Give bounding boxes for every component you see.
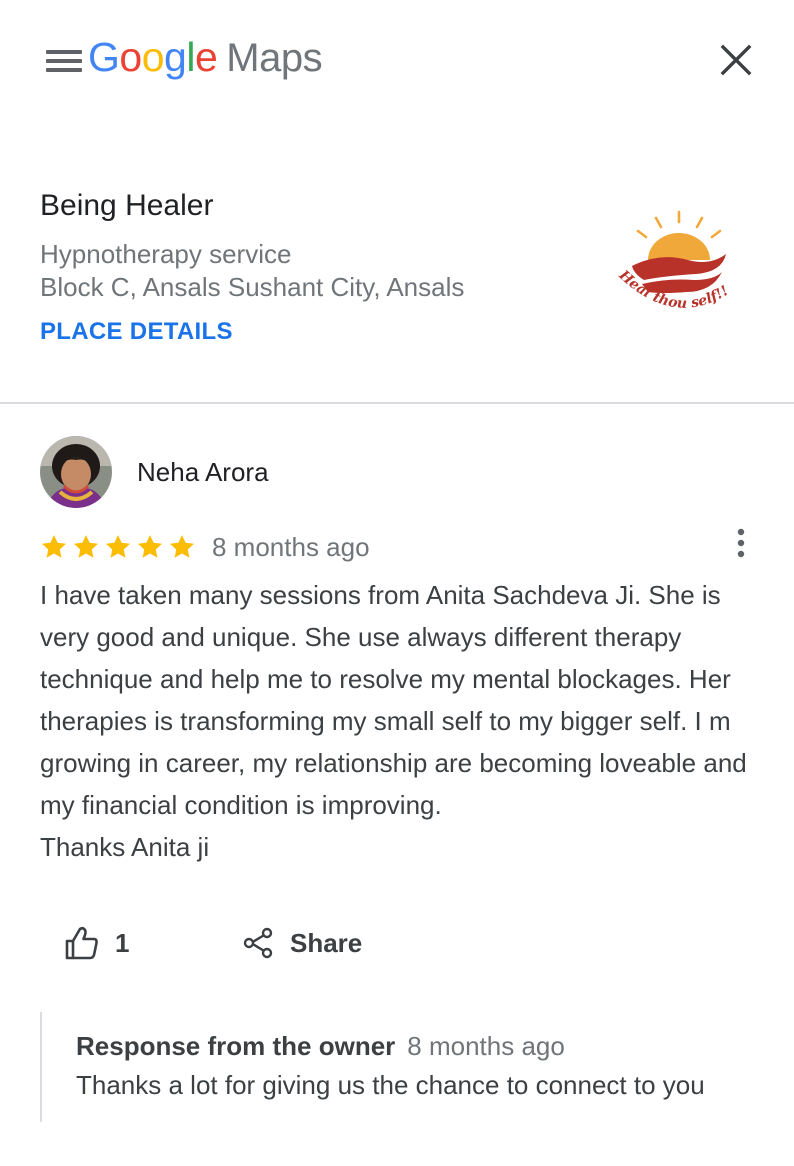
logo-letter: l — [186, 34, 195, 80]
section-divider — [0, 402, 794, 404]
logo-letter: o — [119, 34, 142, 80]
star-rating — [40, 533, 196, 561]
logo-letter: G — [88, 34, 120, 80]
place-address: Block C, Ansals Sushant City, Ansals — [40, 272, 465, 302]
logo-letter: g — [164, 34, 187, 80]
owner-response-date: 8 months ago — [407, 1031, 565, 1061]
place-logo[interactable]: Heal thou self!! — [604, 208, 754, 328]
google-maps-logo[interactable]: Go o g l e Maps — [88, 34, 323, 88]
logo-letter: e — [194, 34, 218, 80]
reviewer-avatar[interactable] — [40, 436, 112, 508]
owner-response-header: Response from the owner 8 months ago — [76, 1028, 780, 1064]
app-header: Go o g l e Maps — [0, 0, 794, 120]
star-icon — [73, 535, 99, 558]
owner-response: Response from the owner 8 months ago Than… — [40, 1012, 780, 1122]
owner-response-title: Response from the owner — [76, 1031, 396, 1061]
logo-maps-text: Maps — [226, 36, 323, 80]
like-count: 1 — [115, 927, 130, 958]
place-details-link[interactable]: PLACE DETAILS — [40, 318, 233, 346]
star-icon — [105, 535, 131, 558]
thumb-up-icon — [65, 926, 98, 960]
reviewer-name[interactable]: Neha Arora — [137, 455, 269, 489]
place-category: Hypnotherapy service — [40, 239, 292, 269]
star-icon — [41, 535, 67, 558]
review-text: I have taken many sessions from Anita Sa… — [40, 580, 747, 862]
star-icon — [137, 535, 163, 558]
place-summary: Being Healer Hypnotherapy service Block … — [40, 188, 600, 346]
review-rating-row: 8 months ago — [40, 528, 370, 566]
share-icon — [243, 927, 273, 959]
close-icon[interactable] — [716, 40, 756, 80]
more-vert-icon[interactable] — [726, 526, 756, 560]
review-date: 8 months ago — [212, 531, 370, 562]
like-button[interactable]: 1 — [62, 920, 129, 966]
logo-letter: o — [141, 34, 165, 80]
owner-response-text: Thanks a lot for giving us the chance to… — [76, 1070, 705, 1100]
hamburger-menu-icon[interactable] — [46, 48, 82, 74]
star-icon — [169, 535, 195, 558]
share-button[interactable]: Share — [240, 920, 362, 966]
share-label: Share — [290, 927, 363, 958]
place-name: Being Healer — [40, 189, 214, 222]
